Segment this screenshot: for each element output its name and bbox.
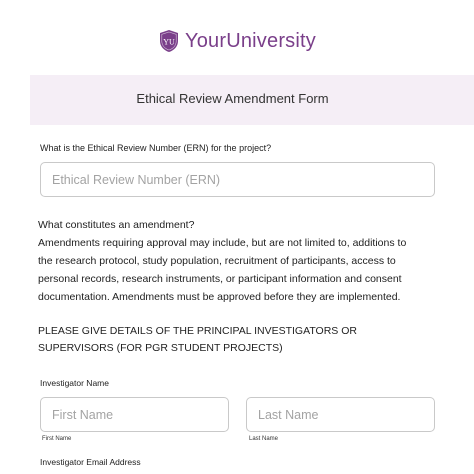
amendment-info-line: What constitutes an amendment? [38,219,195,231]
form-page: YU YourUniversity Ethical Review Amendme… [0,0,474,474]
investigator-name-label: Investigator Name [40,378,109,388]
last-name-sublabel: Last Name [249,436,279,442]
amendment-info-line: documentation. Amendments must be approv… [38,291,401,303]
pi-heading-line: PLEASE GIVE DETAILS OF THE PRINCIPAL INV… [38,325,357,337]
first-name-sublabel: First Name [42,436,72,442]
pi-section-heading: PLEASE GIVE DETAILS OF THE PRINCIPAL INV… [38,323,357,357]
investigator-email-label: Investigator Email Address [40,457,141,467]
pi-heading-line: SUPERVISORS (FOR PGR STUDENT PROJECTS) [38,342,283,354]
amendment-info-line: personal records, research instruments, … [38,273,402,285]
shield-initials: YU [163,38,175,47]
amendment-info: What constitutes an amendment? Amendment… [38,216,438,306]
brand-name: YourUniversity [184,29,316,52]
brand-logo: YU YourUniversity [0,29,474,53]
first-name-input[interactable] [40,397,229,432]
amendment-info-line: the research protocol, study population,… [38,255,396,267]
last-name-input[interactable] [246,397,435,432]
ern-input[interactable] [40,162,435,197]
shield-logo-icon: YU [159,30,178,52]
form-header: Ethical Review Amendment Form [30,75,474,125]
amendment-info-line: Amendments requiring approval may includ… [38,237,407,249]
ern-label: What is the Ethical Review Number (ERN) … [40,143,272,153]
form-title: Ethical Review Amendment Form [136,91,329,106]
